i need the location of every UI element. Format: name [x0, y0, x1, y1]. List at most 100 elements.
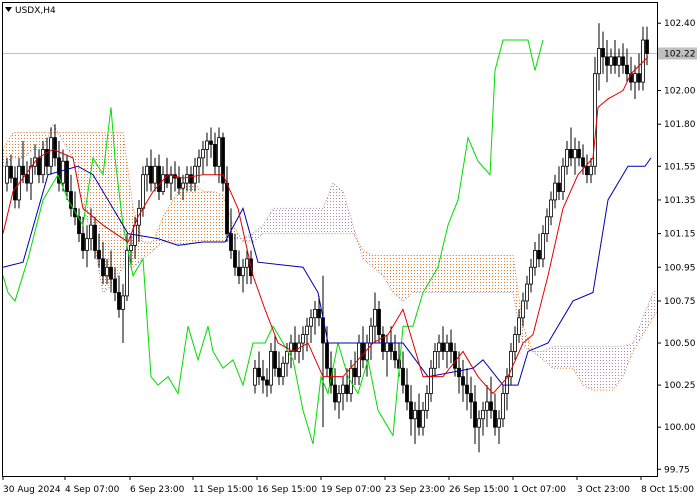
- candle-body: [585, 165, 589, 176]
- candle-body: [449, 342, 453, 352]
- candle-body: [209, 140, 213, 145]
- cloud-segment: [273, 208, 283, 234]
- candle-body: [501, 393, 505, 420]
- candle-body: [205, 140, 209, 150]
- cloud-segment: [603, 346, 613, 391]
- cloud-segment: [213, 191, 223, 243]
- candle-body: [341, 384, 345, 394]
- candle-body: [337, 393, 341, 403]
- candle-body: [265, 379, 269, 386]
- cloud-segment: [563, 346, 573, 369]
- candle-body: [577, 149, 581, 159]
- candle-body: [645, 39, 649, 54]
- x-tick-label: 11 Sep 15:00: [193, 485, 253, 495]
- candle-body: [385, 342, 389, 352]
- candle-body: [177, 177, 181, 189]
- x-tick-label: 19 Sep 07:00: [321, 485, 381, 495]
- candle-body: [545, 216, 549, 235]
- candle-body: [185, 174, 189, 184]
- candle-body: [333, 384, 337, 403]
- candle-body: [609, 56, 613, 66]
- candle-body: [245, 258, 249, 268]
- candle-body: [229, 233, 233, 251]
- candle-body: [109, 266, 113, 280]
- candle-body: [581, 157, 585, 167]
- current-price-tag: 102.22: [658, 47, 697, 60]
- candle-body: [541, 233, 545, 260]
- y-tick-label: 102.00: [664, 87, 696, 97]
- candle-body: [241, 266, 245, 277]
- cloud-segment: [293, 208, 303, 234]
- candle-body: [493, 409, 497, 428]
- candle-body: [125, 250, 129, 297]
- candle-body: [233, 250, 237, 268]
- candle-body: [141, 174, 145, 209]
- candle-body: [145, 165, 149, 176]
- candle-body: [621, 56, 625, 66]
- candle-body: [477, 418, 481, 428]
- candle-body: [517, 317, 521, 336]
- cloud-segment: [283, 208, 293, 234]
- candle-body: [485, 401, 489, 411]
- candle-body: [129, 244, 133, 251]
- candle-body: [97, 250, 101, 260]
- x-tick-label: 8 Oct 15:00: [641, 485, 694, 495]
- candle-body: [369, 325, 373, 344]
- candle-body: [317, 308, 321, 319]
- candle-body: [53, 137, 57, 159]
- cloud-segment: [303, 208, 313, 234]
- candle-body: [557, 182, 561, 192]
- candle-body: [473, 401, 477, 428]
- candle-body: [285, 351, 289, 364]
- x-tick-label: 4 Sep 07:00: [65, 485, 120, 495]
- candle-body: [561, 165, 565, 192]
- cloud-segment: [493, 255, 503, 293]
- cloud-segment: [193, 183, 203, 243]
- candle-body: [353, 367, 357, 378]
- candle-body: [373, 308, 377, 327]
- candle-body: [389, 342, 393, 352]
- candle-body: [313, 308, 317, 319]
- y-tick-label: 99.75: [664, 465, 690, 475]
- candle-body: [401, 367, 405, 386]
- candle-body: [281, 362, 285, 378]
- y-tick-label: 100.25: [664, 381, 696, 391]
- candle-body: [301, 334, 305, 344]
- cloud-segment: [183, 183, 193, 246]
- candle-body: [201, 149, 205, 159]
- x-tick-label: 3 Oct 23:00: [577, 485, 630, 495]
- y-tick-label: 100.00: [664, 423, 696, 433]
- candle: [593, 56, 597, 175]
- candle-body: [537, 250, 541, 260]
- candle-body: [161, 174, 165, 192]
- symbol-label: USDX,H4: [15, 6, 56, 16]
- y-tick-label: 101.15: [664, 230, 696, 240]
- candle-body: [181, 182, 185, 189]
- candle-body: [149, 165, 153, 184]
- candle-body: [437, 342, 441, 352]
- candle-body: [569, 149, 573, 159]
- candle-body: [89, 224, 93, 240]
- candle-body: [425, 393, 429, 411]
- candle-body: [309, 317, 313, 327]
- candle-body: [533, 250, 537, 268]
- candle-body: [117, 292, 121, 310]
- x-tick-label: 16 Sep 15:00: [257, 485, 317, 495]
- cloud-segment: [593, 346, 603, 391]
- x-tick-label: 6 Sep 23:00: [130, 485, 185, 495]
- candle-body: [325, 342, 329, 369]
- current-price-value: 102.22: [664, 49, 696, 59]
- candle-body: [21, 165, 25, 176]
- y-tick-label: 100.95: [664, 263, 696, 273]
- candle-body: [457, 367, 461, 378]
- candle-body: [549, 199, 553, 218]
- candle-body: [597, 48, 601, 75]
- candle-body: [613, 56, 617, 66]
- candle-body: [525, 283, 529, 302]
- candle-body: [345, 384, 349, 394]
- cloud-segment: [483, 255, 493, 293]
- candle-body: [469, 393, 473, 403]
- y-tick-label: 100.75: [664, 297, 696, 307]
- candle-body: [257, 367, 261, 378]
- candle-body: [633, 73, 637, 83]
